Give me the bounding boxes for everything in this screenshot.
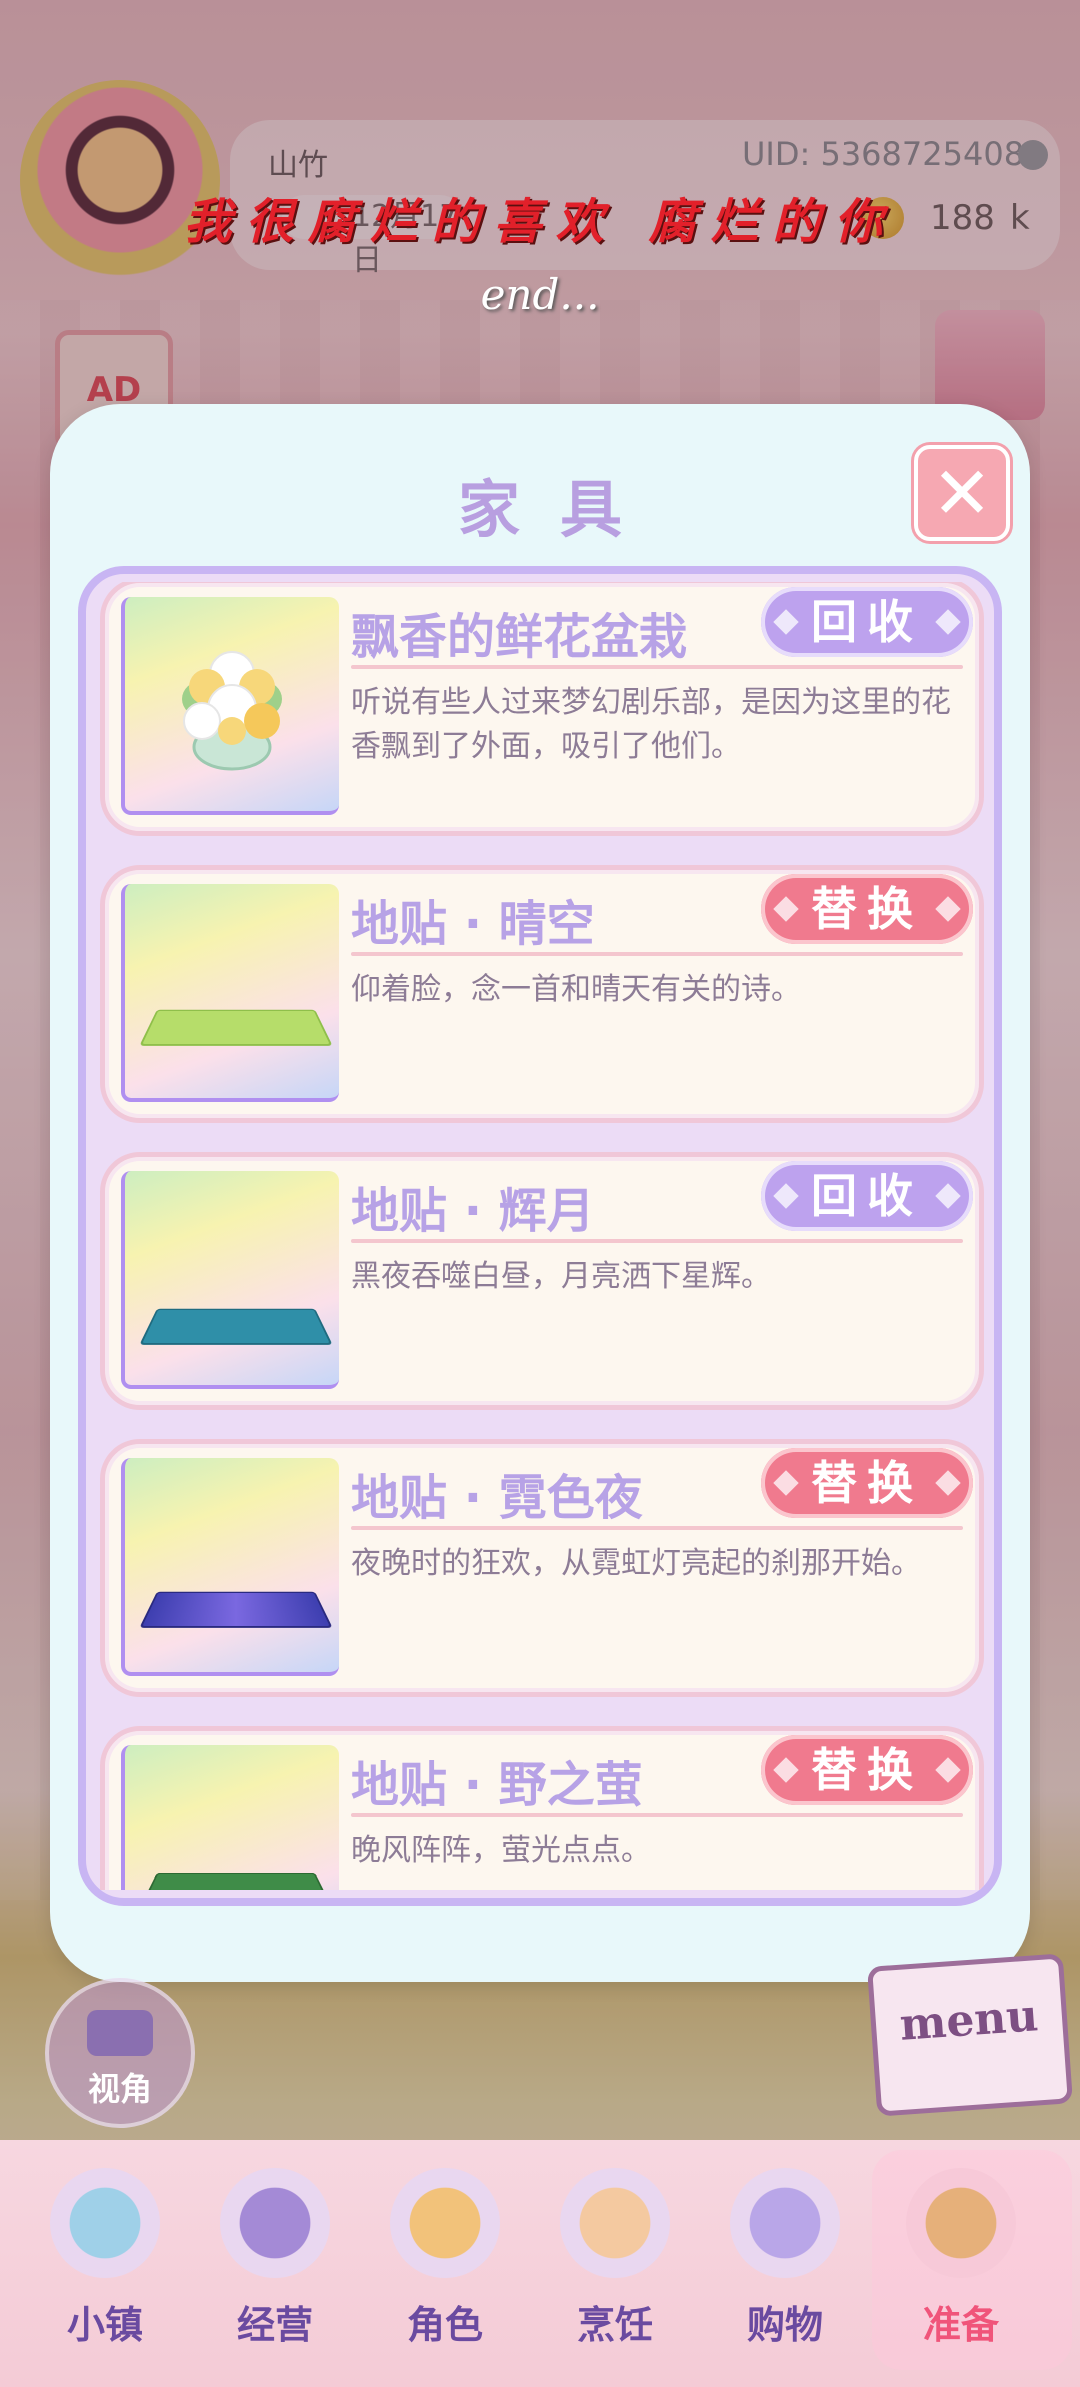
character-icon bbox=[390, 2168, 500, 2278]
item-thumbnail bbox=[121, 597, 339, 815]
flower-pot-icon bbox=[182, 651, 282, 771]
card-divider bbox=[351, 1239, 963, 1243]
nav-label: 经营 bbox=[236, 2303, 313, 2347]
menu-button[interactable]: menu bbox=[867, 1953, 1073, 2117]
item-name: 地贴 · 野之萤 bbox=[351, 1757, 643, 1813]
item-description: 晚风阵阵，萤光点点。 bbox=[351, 1833, 651, 1868]
nav-item-cooking[interactable]: 烹饪 bbox=[540, 2168, 690, 2368]
item-name: 地贴 · 霓色夜 bbox=[351, 1470, 643, 1526]
item-name: 地贴 · 晴空 bbox=[351, 896, 595, 952]
recycle-button[interactable]: 回收 bbox=[761, 587, 973, 657]
item-name: 飘香的鲜花盆栽 bbox=[351, 609, 688, 665]
item-description: 听说有些人过来梦幻剧乐部，是因为这里的花香飘到了外面，吸引了他们。 bbox=[351, 685, 951, 764]
card-divider bbox=[351, 952, 963, 956]
floor-tile-icon bbox=[139, 1009, 333, 1046]
floor-tile-icon bbox=[139, 1872, 333, 1890]
camera-icon bbox=[87, 2010, 153, 2056]
item-description: 夜晚时的狂欢，从霓虹灯亮起的刹那开始。 bbox=[351, 1546, 921, 1581]
recycle-button[interactable]: 回收 bbox=[761, 1161, 973, 1231]
furniture-card: 地贴 · 晴空 替换 仰着脸，念一首和晴天有关的诗。 bbox=[100, 865, 984, 1123]
furniture-list[interactable]: 飘香的鲜花盆栽 回收 听说有些人过来梦幻剧乐部，是因为这里的花香飘到了外面，吸引… bbox=[94, 582, 986, 1890]
card-divider bbox=[351, 665, 963, 669]
camera-view-label: 视角 bbox=[87, 2070, 152, 2108]
basket-icon bbox=[906, 2168, 1016, 2278]
nav-item-business[interactable]: 经营 bbox=[200, 2168, 350, 2368]
map-icon bbox=[50, 2168, 160, 2278]
item-name: 地贴 · 辉月 bbox=[351, 1183, 595, 1239]
item-thumbnail bbox=[121, 884, 339, 1102]
floor-tile-icon bbox=[139, 1591, 333, 1628]
furniture-card: 地贴 · 野之萤 替换 晚风阵阵，萤光点点。 bbox=[100, 1726, 984, 1890]
nav-label: 小镇 bbox=[66, 2303, 143, 2347]
dialog-title: 家具 bbox=[457, 473, 662, 546]
nav-item-prepare[interactable]: 准备 bbox=[886, 2168, 1036, 2368]
furniture-dialog: 家具 ✕ 飘香的鲜花盆栽 回收 听说有些人过来梦幻剧乐部，是因为这里的花香飘到了… bbox=[50, 404, 1030, 1982]
floor-tile-icon bbox=[139, 1308, 333, 1345]
close-icon: ✕ bbox=[931, 451, 993, 535]
overlay-end-text: end... bbox=[480, 270, 600, 319]
card-divider bbox=[351, 1526, 963, 1530]
replace-button[interactable]: 替换 bbox=[761, 1735, 973, 1805]
nav-label: 购物 bbox=[746, 2303, 823, 2347]
nav-label: 烹饪 bbox=[576, 2303, 653, 2347]
item-thumbnail bbox=[121, 1458, 339, 1676]
replace-button[interactable]: 替换 bbox=[761, 1448, 973, 1518]
sandwich-icon bbox=[560, 2168, 670, 2278]
nav-item-character[interactable]: 角色 bbox=[370, 2168, 520, 2368]
shopping-bag-icon bbox=[730, 2168, 840, 2278]
nav-label: 准备 bbox=[922, 2303, 999, 2347]
overlay-subtitle: 我很腐烂的喜欢 腐烂的你 bbox=[183, 194, 897, 250]
card-divider bbox=[351, 1813, 963, 1817]
camera-view-button[interactable]: 视角 bbox=[45, 1978, 195, 2128]
close-button[interactable]: ✕ bbox=[914, 445, 1010, 541]
item-description: 仰着脸，念一首和晴天有关的诗。 bbox=[351, 972, 801, 1007]
furniture-card: 飘香的鲜花盆栽 回收 听说有些人过来梦幻剧乐部，是因为这里的花香飘到了外面，吸引… bbox=[100, 582, 984, 836]
item-thumbnail bbox=[121, 1171, 339, 1389]
top-hat-icon bbox=[220, 2168, 330, 2278]
item-description: 黑夜吞噬白昼，月亮洒下星辉。 bbox=[351, 1259, 771, 1294]
furniture-card: 地贴 · 霓色夜 替换 夜晚时的狂欢，从霓虹灯亮起的刹那开始。 bbox=[100, 1439, 984, 1697]
nav-item-town[interactable]: 小镇 bbox=[30, 2168, 180, 2368]
menu-label: menu bbox=[898, 1990, 1040, 2051]
furniture-card: 地贴 · 辉月 回收 黑夜吞噬白昼，月亮洒下星辉。 bbox=[100, 1152, 984, 1410]
furniture-list-frame: 飘香的鲜花盆栽 回收 听说有些人过来梦幻剧乐部，是因为这里的花香飘到了外面，吸引… bbox=[78, 566, 1002, 1906]
item-thumbnail bbox=[121, 1745, 339, 1890]
replace-button[interactable]: 替换 bbox=[761, 874, 973, 944]
nav-item-shopping[interactable]: 购物 bbox=[710, 2168, 860, 2368]
nav-label: 角色 bbox=[406, 2303, 483, 2347]
